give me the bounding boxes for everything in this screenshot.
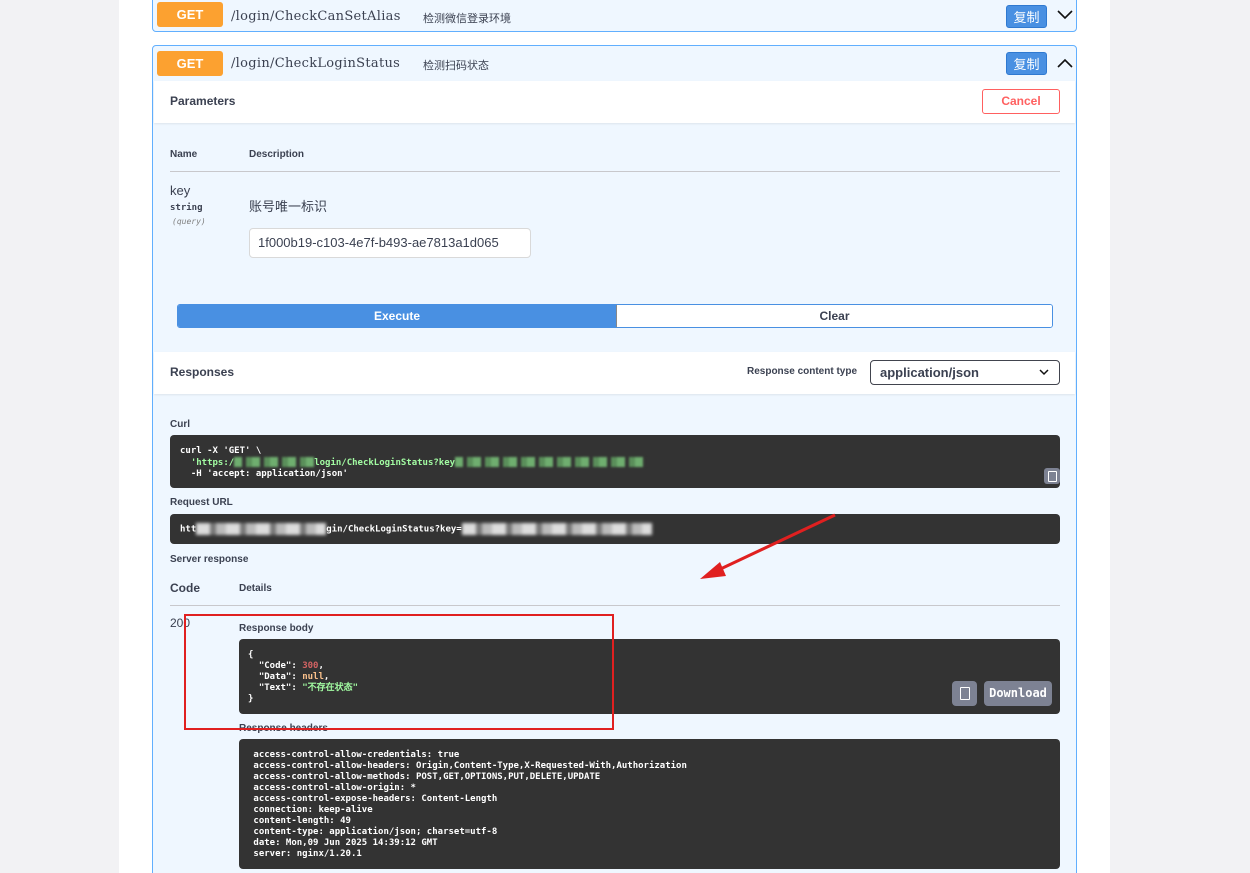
param-location: (query) xyxy=(172,217,206,226)
response-header-line: content-type: application/json; charset=… xyxy=(248,827,503,837)
curl-code-block: curl -X 'GET' \ 'https:/ login/CheckLogin… xyxy=(170,435,1060,488)
redacted-key xyxy=(455,457,646,467)
curl-line-3: -H 'accept: application/json' xyxy=(180,468,348,479)
download-button[interactable]: Download xyxy=(984,681,1052,706)
parameters-title: Parameters xyxy=(170,94,236,108)
method-badge: GET xyxy=(157,51,223,76)
divider xyxy=(170,605,1060,606)
response-headers-text: access-control-allow-credentials: true a… xyxy=(248,750,692,860)
curl-line-2-prefix: 'https:/ xyxy=(180,457,235,468)
divider xyxy=(170,171,1060,172)
request-url-path: gin/CheckLoginStatus?key= xyxy=(326,524,462,535)
request-url-block: htt gin/CheckLoginStatus?key= xyxy=(170,514,1060,544)
col-header-name: Name xyxy=(170,149,198,160)
curl-line-2-path: login/CheckLoginStatus?key xyxy=(314,457,456,468)
key-input[interactable]: 1f000b19-c103-4e7f-b493-ae7813a1d065 xyxy=(249,228,531,258)
param-name: key xyxy=(170,183,191,198)
response-content-type-select[interactable]: application/json xyxy=(870,360,1060,385)
execute-clear-group: Execute Clear xyxy=(177,304,1053,328)
responses-title: Responses xyxy=(170,365,235,379)
response-header-line: connection: keep-alive xyxy=(248,805,379,815)
curl-line-1: curl -X 'GET' \ xyxy=(180,446,262,456)
copy-button[interactable]: 复制 xyxy=(1006,5,1047,28)
response-header-line: access-control-allow-credentials: true xyxy=(248,750,465,760)
endpoint-description: 检测扫码状态 xyxy=(423,60,489,72)
col-header-code: Code xyxy=(170,581,200,595)
cancel-button[interactable]: Cancel xyxy=(982,89,1060,114)
execute-button[interactable]: Execute xyxy=(178,305,616,327)
col-header-details: Details xyxy=(239,583,272,594)
response-content-type-label: Response content type xyxy=(747,366,858,377)
chevron-up-icon[interactable] xyxy=(1057,58,1073,68)
response-header-line: access-control-allow-headers: Origin,Con… xyxy=(248,761,693,771)
copy-button[interactable]: 复制 xyxy=(1006,52,1047,75)
response-header-line: access-control-allow-origin: * xyxy=(248,783,422,793)
param-description: 账号唯一标识 xyxy=(249,199,328,214)
request-url-label: Request URL xyxy=(170,497,233,508)
server-response-label: Server response xyxy=(170,554,249,565)
response-header-line: server: nginx/1.20.1 xyxy=(248,849,368,859)
opblock-check-login-status: GET /login/CheckLoginStatus 检测扫码状态 复制 Pa… xyxy=(152,45,1077,873)
highlight-box xyxy=(184,614,614,730)
opblock-check-can-set-alias[interactable]: GET /login/CheckCanSetAlias 检测微信登录环境 复制 xyxy=(152,0,1077,32)
copy-clipboard-icon[interactable] xyxy=(952,681,977,706)
opblock-summary[interactable]: GET /login/CheckLoginStatus 检测扫码状态 复制 xyxy=(153,46,1076,81)
param-type: string xyxy=(170,203,203,213)
redacted-key xyxy=(461,523,652,535)
response-header-line: access-control-expose-headers: Content-L… xyxy=(248,794,503,804)
response-header-line: date: Mon,09 Jun 2025 14:39:12 GMT xyxy=(248,838,444,848)
response-headers-block: access-control-allow-credentials: true a… xyxy=(239,739,1060,869)
arrow-icon xyxy=(700,513,836,579)
endpoint-description: 检测微信登录环境 xyxy=(423,13,511,25)
chevron-down-icon[interactable] xyxy=(1057,10,1073,20)
clear-button[interactable]: Clear xyxy=(616,305,1052,327)
endpoint-path: /login/CheckLoginStatus xyxy=(231,56,401,71)
request-url-prefix: htt xyxy=(180,524,197,535)
redacted-host xyxy=(196,523,327,535)
col-header-description: Description xyxy=(249,149,305,160)
redacted-host xyxy=(234,457,315,467)
select-value: application/json xyxy=(880,365,979,380)
response-header-line: access-control-allow-methods: POST,GET,O… xyxy=(248,772,606,782)
chevron-down-icon xyxy=(1039,369,1049,376)
copy-clipboard-icon[interactable] xyxy=(1044,468,1060,484)
curl-label: Curl xyxy=(170,419,190,430)
parameters-header: Parameters xyxy=(154,81,1075,123)
method-badge: GET xyxy=(157,2,223,27)
response-header-line: content-length: 49 xyxy=(248,816,357,826)
endpoint-path: /login/CheckCanSetAlias xyxy=(231,9,401,24)
